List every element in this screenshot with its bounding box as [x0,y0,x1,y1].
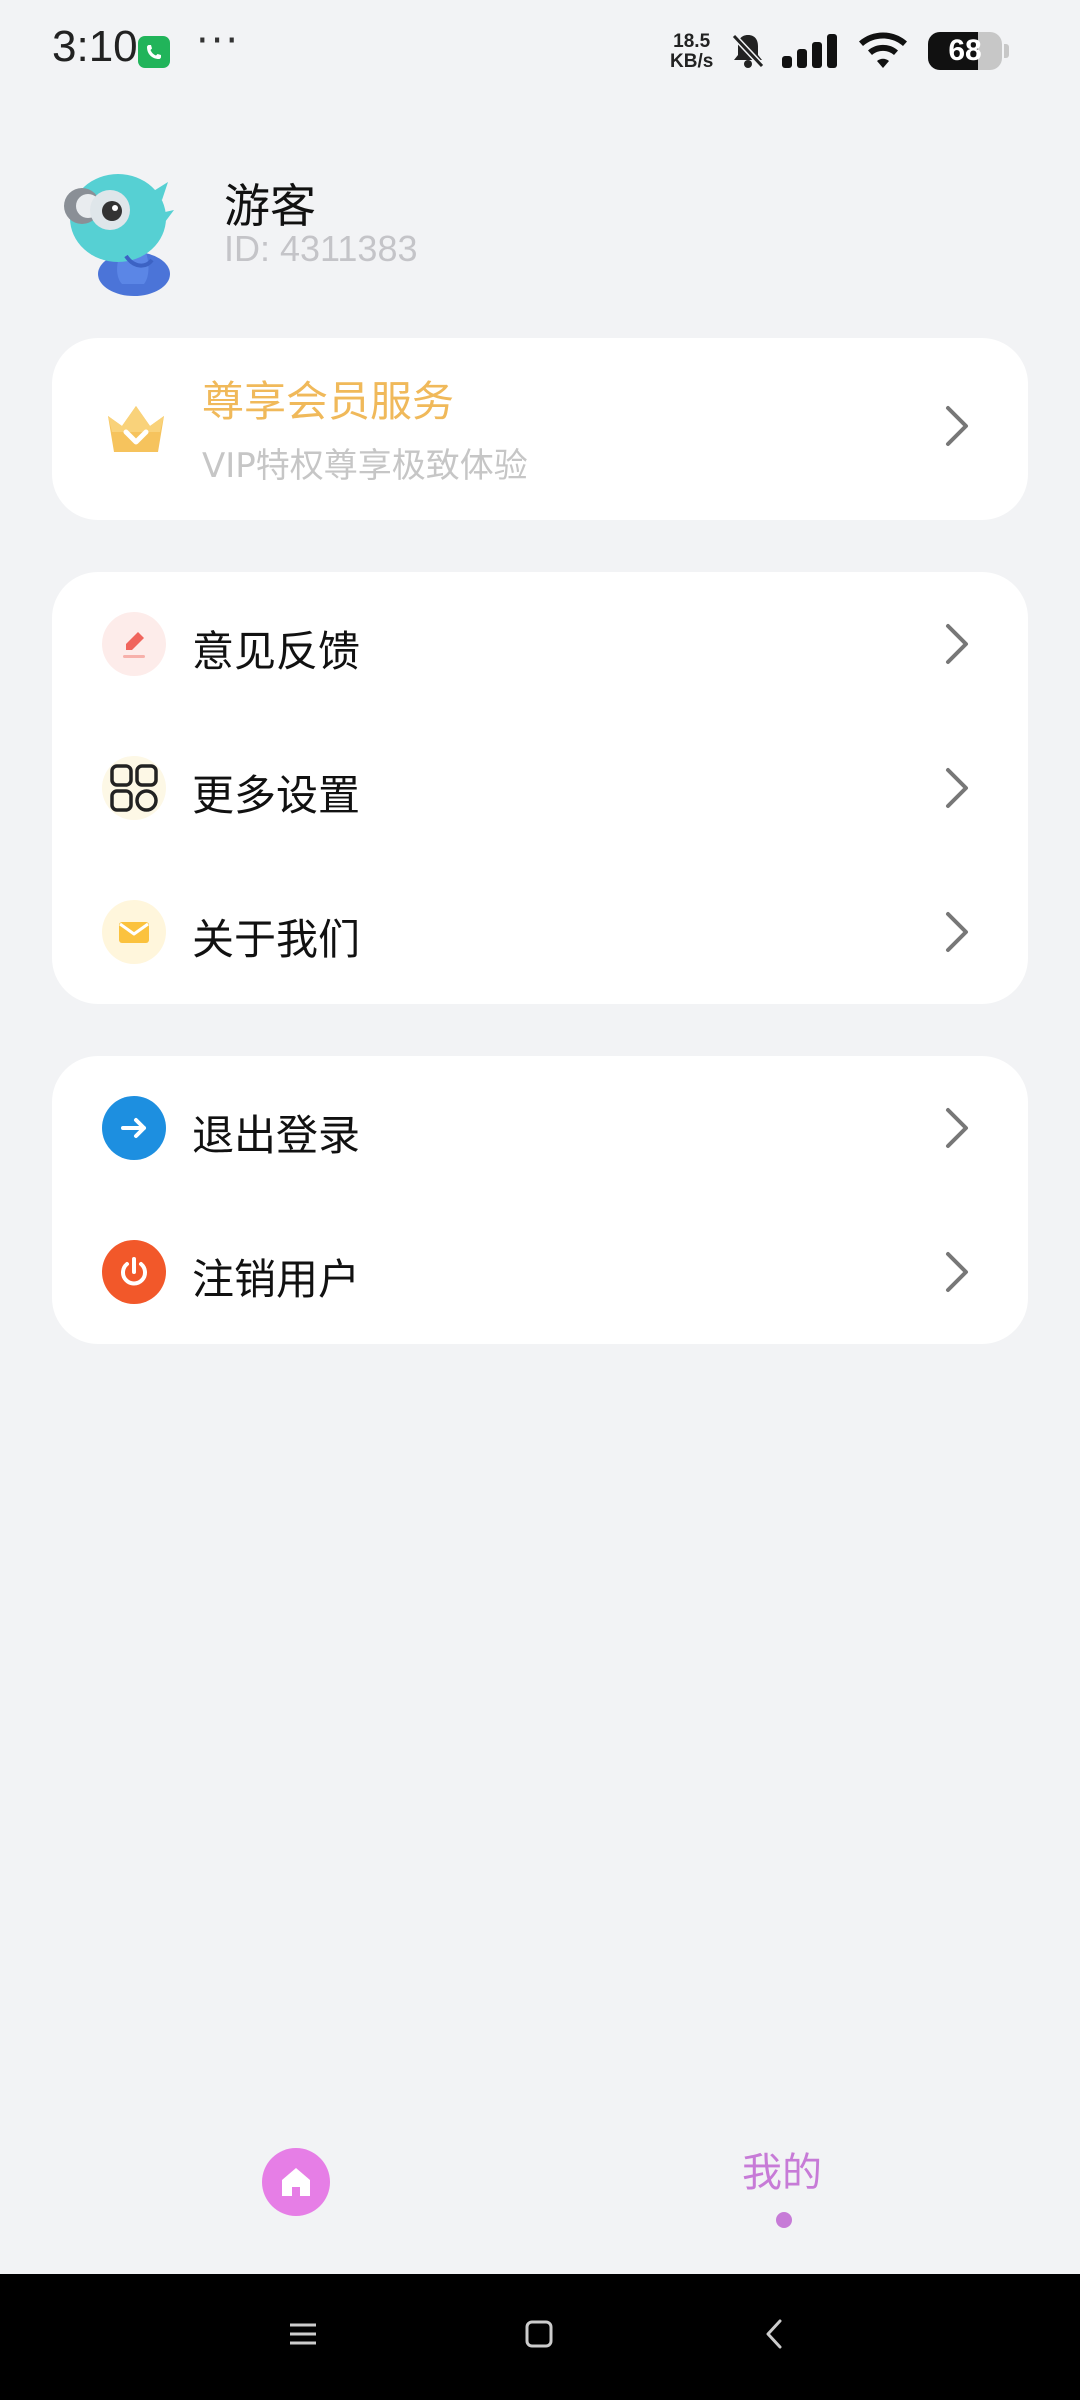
wifi-icon [858,30,908,74]
profile-name: 游客 [224,179,316,233]
menu-icon[interactable] [286,2314,320,2358]
vip-subtitle: VIP特权尊享极致体验 [202,446,528,486]
back-icon[interactable] [758,2314,792,2358]
cell-signal-icon [782,34,842,72]
vip-title: 尊享会员服务 [202,377,455,426]
menu-card-general: 意见反馈 更多设置 关于我们 [52,572,1028,1004]
chevron-right-icon [942,620,972,668]
tab-mine[interactable]: 我的 [742,2140,822,2198]
battery-level: 68 [948,34,982,67]
logout-arrow-icon [102,1096,166,1160]
vip-membership-card[interactable]: 尊享会员服务 VIP特权尊享极致体验 [52,338,1028,520]
chevron-right-icon [942,1248,972,1296]
status-bar: 3:10 ··· 18.5 KB/s 68 [0,0,1080,104]
chevron-right-icon [942,908,972,956]
menu-item-label: 关于我们 [192,915,361,964]
menu-item-feedback[interactable]: 意见反馈 [52,572,1028,716]
network-speed-value: 18.5 [673,31,711,52]
phone-call-icon [138,36,170,68]
grid-settings-icon [102,756,166,820]
bell-muted-icon [728,30,768,74]
menu-card-account: 退出登录 注销用户 [52,1056,1028,1344]
home-tab[interactable] [262,2148,330,2216]
profile-id: ID: 4311383 [224,228,418,269]
menu-item-logout[interactable]: 退出登录 [52,1056,1028,1200]
chevron-right-icon [942,402,972,450]
status-time: 3:10 [52,22,138,71]
menu-item-about-us[interactable]: 关于我们 [52,860,1028,1004]
square-home-icon[interactable] [522,2314,556,2358]
feedback-pen-icon [102,612,166,676]
menu-item-label: 更多设置 [192,771,361,820]
more-notifications-icon: ··· [196,18,241,64]
mail-icon [102,900,166,964]
power-icon [102,1240,166,1304]
active-tab-indicator [776,2212,792,2228]
menu-item-more-settings[interactable]: 更多设置 [52,716,1028,860]
avatar[interactable] [56,156,186,296]
network-speed-unit: KB/s [670,51,714,72]
system-navigation-bar [0,2274,1080,2400]
chevron-right-icon [942,1104,972,1152]
chevron-right-icon [942,764,972,812]
crown-icon [104,402,168,462]
home-icon [282,2168,310,2196]
menu-item-label: 退出登录 [192,1111,361,1160]
bottom-tab-bar: 我的 [0,2110,1080,2274]
menu-item-label: 意见反馈 [192,627,361,676]
network-speed: 18.5 KB/s [670,32,713,72]
menu-item-label: 注销用户 [192,1255,361,1304]
menu-item-delete-account[interactable]: 注销用户 [52,1200,1028,1344]
battery-indicator: 68 [928,32,1009,70]
